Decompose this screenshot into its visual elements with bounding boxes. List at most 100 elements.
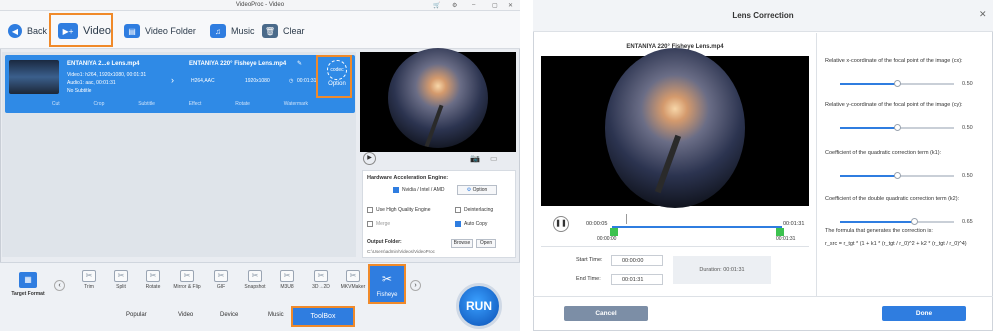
current-time: 00:00:05 [586, 221, 608, 227]
scroll-left-button[interactable]: ‹ [54, 280, 65, 291]
add-video-folder-button[interactable]: ▤ Video Folder [124, 20, 196, 42]
tool-split[interactable]: ✂ Split [106, 270, 136, 290]
tab-device[interactable]: Device [220, 312, 238, 318]
tool-label: Split [116, 284, 126, 290]
3d-icon: ✂ [314, 270, 328, 282]
tool-trim[interactable]: ✂ Trim [74, 270, 104, 290]
cart-icon[interactable]: 🛒 [433, 2, 440, 9]
param-slider-rest[interactable] [897, 175, 954, 177]
start-time-input[interactable]: 00:00:00 [611, 255, 663, 266]
snapshot-icon[interactable]: 📷 [470, 154, 480, 163]
range-start-handle[interactable] [610, 228, 618, 236]
param-slider-knob[interactable] [894, 124, 901, 131]
param-slider-knob[interactable] [894, 80, 901, 87]
file-name: ENTANIYA 2...e Lens.mp4 [67, 61, 140, 67]
clear-button[interactable]: 🗑 Clear [262, 20, 305, 42]
target-format-label: Target Format [11, 291, 45, 297]
action-rotate[interactable]: Rotate [235, 101, 250, 113]
fisheye-tool-icon: ✂ [381, 272, 393, 286]
hw-accel-checkbox[interactable] [393, 187, 399, 193]
music-label: Music [231, 26, 255, 36]
dialog-close-icon[interactable]: ✕ [979, 9, 987, 20]
file-item[interactable]: ENTANIYA 2...e Lens.mp4 Video1: h264, 19… [5, 55, 355, 113]
tool-label: Mirror & Flip [173, 284, 201, 290]
format-icon: ▦ [19, 272, 37, 288]
param-slider[interactable] [840, 175, 897, 177]
back-button[interactable]: ◀ Back [8, 20, 47, 42]
tool-rotate[interactable]: ✂ Rotate [138, 270, 168, 290]
param-slider[interactable] [840, 221, 914, 223]
param-slider[interactable] [840, 127, 897, 129]
auto-copy-checkbox[interactable] [455, 221, 461, 227]
tool-gif[interactable]: ✂ GIF [206, 270, 236, 290]
file-thumbnail [9, 60, 59, 94]
edit-name-icon[interactable]: ✎ [297, 60, 302, 67]
target-format[interactable]: ▦ Target Format [8, 272, 48, 297]
title-bar: VideoProc - Video 🛒 ⚙ – ▢ ✕ [0, 0, 520, 11]
cancel-button[interactable]: Cancel [564, 306, 648, 321]
param-value: 0.50 [962, 81, 973, 87]
rotate-icon: ✂ [146, 270, 160, 282]
window-title: VideoProc - Video [235, 2, 285, 8]
duration-display: Duration: 00:01:31 [673, 256, 771, 284]
deinterlacing-checkbox[interactable] [455, 207, 461, 213]
tool-label: MKVMaker [340, 284, 366, 290]
param-slider[interactable] [840, 83, 897, 85]
tab-popular[interactable]: Popular [126, 312, 147, 318]
hw-option-button[interactable]: ⚙ Option [457, 185, 497, 195]
gif-icon: ✂ [214, 270, 228, 282]
scroll-right-button[interactable]: › [410, 280, 421, 291]
param-value: 0.50 [962, 125, 973, 131]
param-slider-knob[interactable] [911, 218, 918, 225]
play-button[interactable]: ▶ [363, 152, 376, 165]
tab-music[interactable]: Music [268, 312, 284, 318]
action-crop[interactable]: Crop [94, 101, 105, 113]
tool-3d-2d[interactable]: ✂ 3D→2D [306, 270, 336, 290]
tool-mkvmaker[interactable]: ✂ MKVMaker [338, 270, 368, 290]
merge-checkbox[interactable] [367, 221, 373, 227]
bottom-divider [533, 296, 993, 297]
range-end-handle[interactable] [776, 228, 784, 236]
settings-icon[interactable]: ⚙ [452, 2, 457, 9]
param-slider-rest[interactable] [897, 127, 954, 129]
output-path: C:\Users\admin\Videos\VideoProc [367, 249, 435, 254]
playhead[interactable] [626, 214, 627, 224]
tool-m3u8[interactable]: ✂ M3U8 [272, 270, 302, 290]
mirror-icon: ✂ [180, 270, 194, 282]
high-quality-checkbox[interactable] [367, 207, 373, 213]
done-button[interactable]: Done [882, 306, 966, 321]
close-icon[interactable]: ✕ [508, 2, 513, 9]
tab-toolbox[interactable]: ToolBox [291, 306, 355, 327]
tool-mirror-flip[interactable]: ✂ Mirror & Flip [172, 270, 202, 290]
file-actions-bar: Cut Crop Subtitle Effect Rotate Watermar… [5, 101, 355, 113]
action-effect[interactable]: Effect [189, 101, 202, 113]
action-cut[interactable]: Cut [52, 101, 60, 113]
param-slider-rest[interactable] [897, 83, 954, 85]
pause-button[interactable]: ❚❚ [553, 216, 569, 232]
dialog-pier-shape [654, 134, 682, 194]
preview-frame [388, 48, 488, 148]
end-time-input[interactable]: 00:01:31 [611, 274, 663, 285]
start-time-label: Start Time: [576, 257, 603, 263]
param-slider-rest[interactable] [914, 221, 954, 223]
trim-icon: ✂ [82, 270, 96, 282]
tool-snapshot[interactable]: ✂ Snapshot [240, 270, 270, 290]
browse-button[interactable]: Browse [451, 239, 473, 248]
tool-fisheye[interactable]: ✂ Fisheye [368, 264, 406, 304]
open-button[interactable]: Open [476, 239, 496, 248]
open-folder-icon[interactable]: ▭ [490, 154, 498, 163]
action-subtitle[interactable]: Subtitle [138, 101, 155, 113]
minimize-icon[interactable]: – [472, 2, 475, 8]
action-watermark[interactable]: Watermark [284, 101, 308, 113]
tab-video[interactable]: Video [178, 312, 193, 318]
hw-option-label: Option [472, 187, 488, 193]
run-button[interactable]: RUN [456, 283, 502, 329]
maximize-icon[interactable]: ▢ [492, 2, 498, 9]
output-codec: H264,AAC [191, 78, 215, 84]
video-button-highlight [49, 13, 113, 47]
timeline-bar[interactable] [612, 226, 782, 228]
file-list-panel: ENTANIYA 2...e Lens.mp4 Video1: h264, 19… [2, 52, 356, 257]
add-music-button[interactable]: ♫ Music [210, 20, 255, 42]
fisheye-label: Fisheye [376, 292, 398, 298]
param-slider-knob[interactable] [894, 172, 901, 179]
